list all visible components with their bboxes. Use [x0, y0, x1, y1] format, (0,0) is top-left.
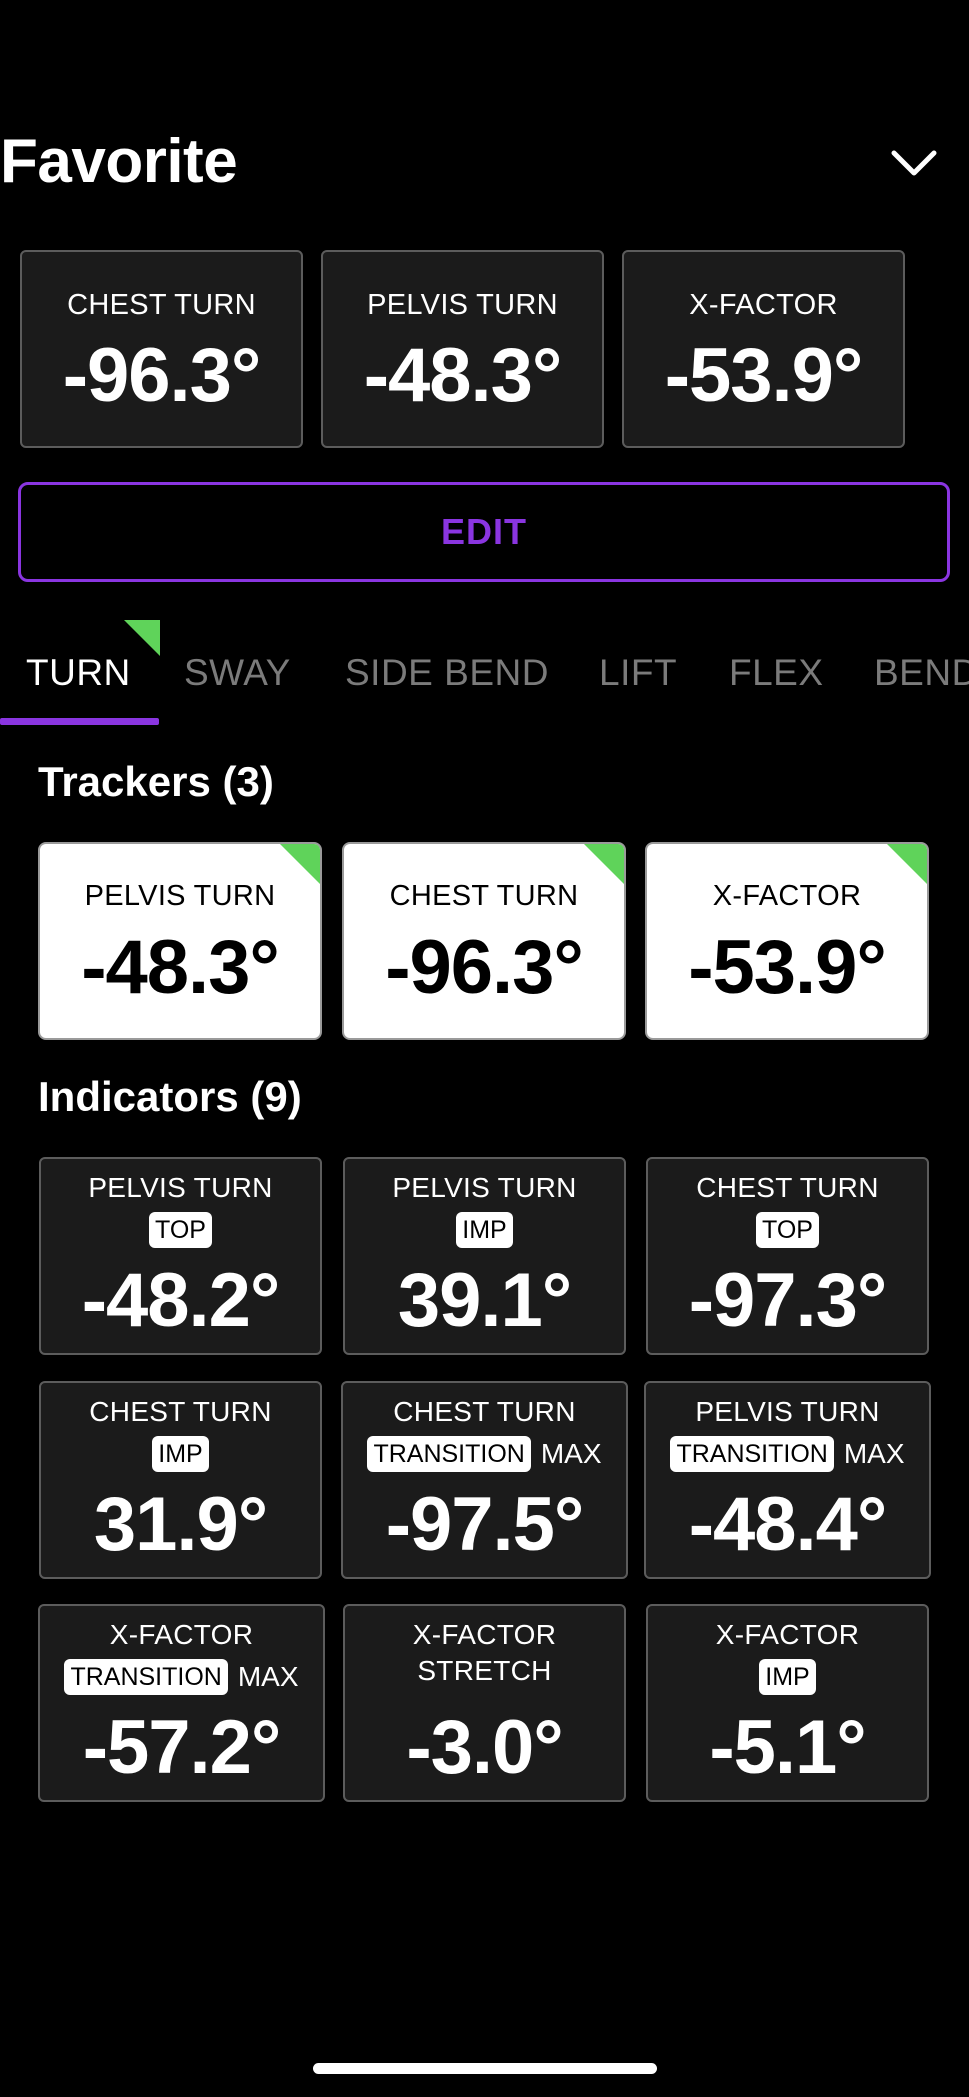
- page-title: Favorite: [0, 127, 238, 196]
- tracker-card-chest-turn[interactable]: CHEST TURN -96.3°: [342, 842, 626, 1040]
- tab-side-bend[interactable]: SIDE BEND: [345, 652, 549, 694]
- indicator-card[interactable]: CHEST TURN IMP 31.9°: [39, 1381, 322, 1579]
- phase-pill: IMP: [759, 1659, 816, 1695]
- phase-pill: TRANSITION: [670, 1436, 834, 1472]
- indicator-card[interactable]: X-FACTOR TRANSITION MAX -57.2°: [38, 1604, 325, 1802]
- active-tab-indicator: [0, 718, 159, 725]
- favorite-cards: CHEST TURN -96.3° PELVIS TURN -48.3° X-F…: [20, 250, 950, 448]
- indicator-label: PELVIS TURN: [392, 1172, 577, 1203]
- favorite-card-pelvis-turn[interactable]: PELVIS TURN -48.3°: [321, 250, 604, 448]
- tracker-card-pelvis-turn[interactable]: PELVIS TURN -48.3°: [38, 842, 322, 1040]
- indicator-card[interactable]: CHEST TURN TRANSITION MAX -97.5°: [341, 1381, 628, 1579]
- phase-pill: TRANSITION: [367, 1436, 531, 1472]
- indicator-value: 39.1°: [397, 1258, 572, 1343]
- favorite-card-value: -53.9°: [664, 333, 864, 418]
- max-label: MAX: [540, 1438, 602, 1469]
- indicator-card[interactable]: X-FACTOR STRETCH -3.0°: [343, 1604, 626, 1802]
- edit-button[interactable]: EDIT: [18, 482, 950, 582]
- favorite-card-label: PELVIS TURN: [367, 289, 558, 321]
- indicator-label: PELVIS TURN: [695, 1396, 880, 1427]
- indicator-value: -5.1°: [709, 1705, 866, 1790]
- phase-pill: TOP: [149, 1212, 212, 1248]
- indicator-label: X-FACTOR: [412, 1619, 557, 1650]
- indicator-value: 31.9°: [93, 1482, 268, 1567]
- phase-pill: TRANSITION: [64, 1659, 228, 1695]
- indicator-card[interactable]: PELVIS TURN IMP 39.1°: [343, 1157, 626, 1355]
- max-label: MAX: [843, 1438, 905, 1469]
- phase-pill: IMP: [152, 1436, 209, 1472]
- indicator-value: -97.5°: [385, 1482, 585, 1567]
- header: Favorite: [0, 120, 969, 210]
- favorite-card-value: -96.3°: [62, 333, 262, 418]
- chevron-down-icon[interactable]: [884, 138, 944, 188]
- indicator-label: X-FACTOR: [715, 1619, 860, 1650]
- tracker-card-label: CHEST TURN: [389, 880, 579, 912]
- indicator-card[interactable]: CHEST TURN TOP -97.3°: [646, 1157, 929, 1355]
- tab-flag-icon: [124, 620, 160, 656]
- indicator-label: CHEST TURN: [89, 1396, 272, 1427]
- indicator-value: -97.3°: [688, 1258, 888, 1343]
- tracker-card-label: X-FACTOR: [712, 880, 862, 912]
- tracker-card-value: -53.9°: [688, 925, 887, 1010]
- tab-flex[interactable]: FLEX: [729, 652, 824, 694]
- indicator-value: -48.4°: [688, 1482, 888, 1567]
- indicator-value: -57.2°: [82, 1705, 282, 1790]
- metric-tabs: TURN SWAY SIDE BEND LIFT FLEX BEND: [0, 620, 969, 730]
- trackers-title: Trackers (3): [38, 758, 274, 805]
- indicator-label: CHEST TURN: [696, 1172, 879, 1203]
- favorite-card-label: X-FACTOR: [689, 289, 838, 321]
- favorite-card-x-factor[interactable]: X-FACTOR -53.9°: [622, 250, 905, 448]
- max-label: MAX: [237, 1661, 299, 1692]
- tab-lift[interactable]: LIFT: [599, 652, 677, 694]
- indicator-card[interactable]: X-FACTOR IMP -5.1°: [646, 1604, 929, 1802]
- tab-bend[interactable]: BEND: [874, 652, 969, 694]
- indicator-label: PELVIS TURN: [88, 1172, 273, 1203]
- indicator-label: X-FACTOR: [109, 1619, 254, 1650]
- tracker-card-value: -96.3°: [385, 925, 584, 1010]
- indicator-value: -3.0°: [406, 1705, 563, 1790]
- indicators-title: Indicators (9): [38, 1073, 302, 1120]
- favorite-card-label: CHEST TURN: [67, 289, 256, 321]
- indicator-card[interactable]: PELVIS TURN TRANSITION MAX -48.4°: [644, 1381, 931, 1579]
- tracker-card-x-factor[interactable]: X-FACTOR -53.9°: [645, 842, 929, 1040]
- favorite-card-value: -48.3°: [363, 333, 563, 418]
- indicator-card[interactable]: PELVIS TURN TOP -48.2°: [39, 1157, 322, 1355]
- favorite-card-chest-turn[interactable]: CHEST TURN -96.3°: [20, 250, 303, 448]
- tab-turn[interactable]: TURN: [26, 652, 131, 694]
- phase-pill: IMP: [456, 1212, 513, 1248]
- tab-sway[interactable]: SWAY: [184, 652, 291, 694]
- indicator-label: CHEST TURN: [393, 1396, 576, 1427]
- indicator-label-line2: STRETCH: [417, 1655, 552, 1686]
- indicator-value: -48.2°: [81, 1258, 281, 1343]
- tracker-card-label: PELVIS TURN: [84, 880, 276, 912]
- tracker-card-value: -48.3°: [81, 925, 280, 1010]
- phase-pill: TOP: [756, 1212, 819, 1248]
- home-indicator[interactable]: [313, 2063, 657, 2074]
